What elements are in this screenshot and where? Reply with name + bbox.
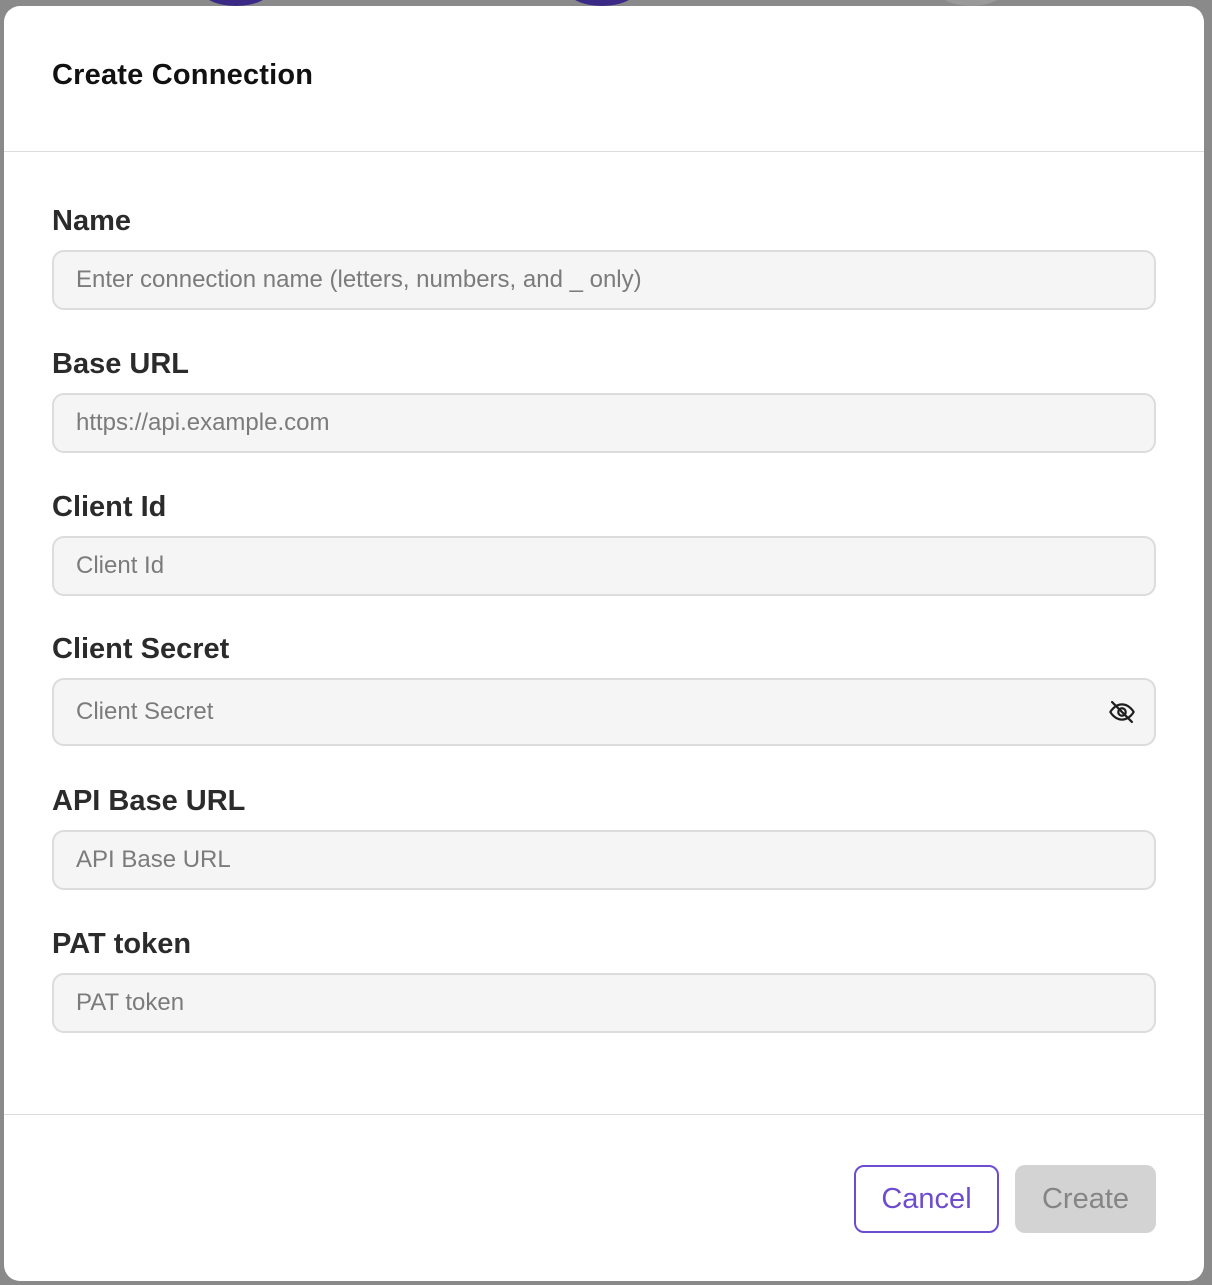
base-url-input[interactable] <box>52 393 1156 453</box>
dialog-title: Create Connection <box>52 59 314 91</box>
client-secret-field-group: Client Secret <box>52 632 1156 746</box>
pat-token-input[interactable] <box>52 973 1156 1033</box>
dialog-footer: Cancel Create <box>4 1114 1204 1282</box>
create-button[interactable]: Create <box>1015 1165 1156 1233</box>
pat-token-field-group: PAT token <box>52 927 1156 1033</box>
name-label: Name <box>52 205 131 237</box>
client-secret-input[interactable] <box>52 678 1156 746</box>
create-connection-dialog: Create Connection Name Base URL Client I… <box>4 6 1204 1281</box>
client-secret-label: Client Secret <box>52 633 230 665</box>
base-url-label: Base URL <box>52 348 189 380</box>
api-base-url-label: API Base URL <box>52 785 246 817</box>
cancel-button[interactable]: Cancel <box>854 1165 999 1233</box>
eye-off-icon[interactable] <box>1104 694 1140 730</box>
name-field-group: Name <box>52 204 1156 310</box>
client-id-input[interactable] <box>52 536 1156 596</box>
client-id-label: Client Id <box>52 491 167 523</box>
dialog-header: Create Connection <box>4 6 1204 152</box>
client-id-field-group: Client Id <box>52 490 1156 596</box>
base-url-field-group: Base URL <box>52 347 1156 453</box>
name-input[interactable] <box>52 250 1156 310</box>
pat-token-label: PAT token <box>52 928 192 960</box>
api-base-url-input[interactable] <box>52 830 1156 890</box>
api-base-url-field-group: API Base URL <box>52 784 1156 890</box>
